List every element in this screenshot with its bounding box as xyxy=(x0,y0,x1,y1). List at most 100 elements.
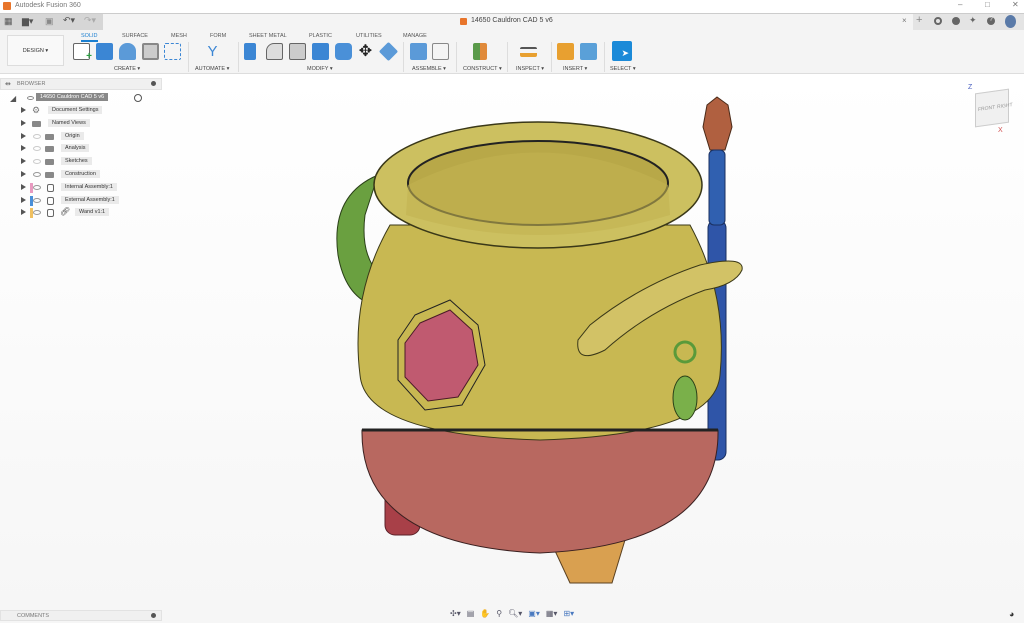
extrude-icon[interactable] xyxy=(96,43,113,60)
zoom-icon[interactable]: 🔍︎▾ xyxy=(508,609,522,621)
browser-item[interactable]: Construction xyxy=(0,169,160,181)
browser-item-label[interactable]: External Assembly:1 xyxy=(61,195,119,204)
fillet-icon[interactable] xyxy=(266,43,283,60)
expand-triangle-icon[interactable] xyxy=(21,145,26,152)
browser-item[interactable]: External Assembly:1 xyxy=(0,195,160,207)
maximize-button[interactable]: □ xyxy=(985,0,990,9)
pattern-icon[interactable] xyxy=(164,43,181,60)
comments-options-icon[interactable] xyxy=(151,613,156,618)
press-pull-icon[interactable] xyxy=(244,43,256,60)
activate-radio[interactable] xyxy=(134,94,142,102)
visibility-eye-icon[interactable] xyxy=(33,172,41,177)
browser-header[interactable]: ⇹ BROWSER xyxy=(0,78,162,90)
browser-item-label[interactable]: Construction xyxy=(61,170,100,178)
group-select[interactable]: SELECT ▾ xyxy=(610,66,636,72)
tab-plastic[interactable]: PLASTIC xyxy=(309,33,332,39)
offset-face-icon[interactable] xyxy=(335,43,352,60)
browser-item[interactable]: ⚙ Document Settings xyxy=(0,105,160,117)
close-tab-icon[interactable]: × xyxy=(902,16,907,25)
browser-item[interactable]: Sketches xyxy=(0,156,160,168)
tab-form[interactable]: FORM xyxy=(210,33,226,39)
minimize-button[interactable]: – xyxy=(958,0,962,9)
browser-item[interactable]: Internal Assembly:1 xyxy=(0,182,160,194)
pan-icon[interactable]: ✋ xyxy=(480,609,490,621)
browser-item-label[interactable]: Wand v1:1 xyxy=(75,208,110,217)
browser-item[interactable]: Named Views xyxy=(0,118,160,130)
browser-item-label[interactable]: Internal Assembly:1 xyxy=(61,182,117,191)
notifications-icon[interactable]: ✦ xyxy=(969,15,977,26)
tab-sheet-metal[interactable]: SHEET METAL xyxy=(249,33,287,39)
insert-derive-icon[interactable] xyxy=(557,43,574,60)
select-icon[interactable]: ➤ xyxy=(612,41,632,61)
user-avatar[interactable] xyxy=(1005,15,1016,28)
group-inspect[interactable]: INSPECT ▾ xyxy=(516,66,544,72)
move-icon[interactable]: ✥ xyxy=(357,43,374,60)
split-icon[interactable] xyxy=(378,41,399,62)
display-settings-icon[interactable]: ▣▾ xyxy=(528,609,540,621)
expand-triangle-icon[interactable] xyxy=(21,132,26,139)
offset-plane-icon[interactable] xyxy=(473,43,487,60)
expand-triangle-icon[interactable] xyxy=(21,107,26,113)
job-status-icon[interactable] xyxy=(934,17,942,25)
account-status-icon[interactable]: ◕ xyxy=(1009,609,1014,619)
joint-icon[interactable] xyxy=(432,43,449,60)
expanded-triangle-icon[interactable]: ◢ xyxy=(10,94,16,103)
help-icon[interactable]: ? xyxy=(987,17,995,25)
expand-triangle-icon[interactable] xyxy=(21,171,26,177)
combine-icon[interactable] xyxy=(312,43,329,60)
shell-icon[interactable] xyxy=(289,43,306,60)
browser-item[interactable]: Analysis xyxy=(0,143,160,155)
browser-item[interactable]: 🔗︎ Wand v1:1 xyxy=(0,207,160,219)
visibility-eye-icon[interactable] xyxy=(33,146,41,152)
viewports-icon[interactable]: ⊞▾ xyxy=(563,609,574,621)
expand-triangle-icon[interactable] xyxy=(21,196,26,203)
visibility-eye-icon[interactable] xyxy=(33,184,41,190)
tab-manage[interactable]: MANAGE xyxy=(403,33,427,39)
look-at-icon[interactable]: ▤ xyxy=(467,609,475,621)
visibility-eye-icon[interactable] xyxy=(33,159,41,165)
insert-image-icon[interactable] xyxy=(580,43,597,60)
tab-utilities[interactable]: UTILITIES xyxy=(356,33,382,39)
browser-item-label[interactable]: Sketches xyxy=(61,157,92,166)
view-cube-front[interactable]: FRONT xyxy=(978,105,995,113)
visibility-eye-icon[interactable] xyxy=(33,210,41,216)
undo-icon[interactable]: ↶▾ xyxy=(63,15,75,26)
close-window-button[interactable]: ✕ xyxy=(1012,0,1019,9)
visibility-eye-icon[interactable] xyxy=(33,133,41,139)
visibility-eye-icon[interactable] xyxy=(27,96,34,100)
orbit-icon[interactable]: ✣▾ xyxy=(450,609,461,621)
tab-solid[interactable]: SOLID xyxy=(81,33,98,42)
view-cube[interactable]: FRONT RIGHT xyxy=(975,88,1013,128)
new-component-icon[interactable] xyxy=(410,43,427,60)
revolve-icon[interactable] xyxy=(119,43,136,60)
grid-icon[interactable]: ▦▾ xyxy=(546,609,558,621)
group-assemble[interactable]: ASSEMBLE ▾ xyxy=(412,66,446,72)
expand-triangle-icon[interactable] xyxy=(21,119,26,126)
group-create[interactable]: CREATE ▾ xyxy=(114,66,140,72)
hole-icon[interactable] xyxy=(142,43,159,60)
tab-surface[interactable]: SURFACE xyxy=(122,33,148,39)
measure-icon[interactable] xyxy=(520,47,537,57)
browser-item-label[interactable]: Origin xyxy=(61,131,84,140)
file-menu-icon[interactable]: ▆▾ xyxy=(22,16,33,27)
tree-root[interactable]: ◢ 14650 Cauldron CAD 5 v6 xyxy=(0,92,150,104)
redo-icon[interactable]: ↷▾ xyxy=(84,15,96,26)
zoom-window-icon[interactable]: ⚲ xyxy=(496,609,502,621)
group-construct[interactable]: CONSTRUCT ▾ xyxy=(463,66,502,72)
new-tab-icon[interactable]: + xyxy=(916,14,922,26)
create-sketch-icon[interactable]: + xyxy=(73,43,92,62)
browser-item[interactable]: Origin xyxy=(0,131,160,143)
tab-mesh[interactable]: MESH xyxy=(171,33,187,39)
collapse-panel-icon[interactable]: ⇹ xyxy=(5,80,11,88)
group-modify[interactable]: MODIFY ▾ xyxy=(307,66,333,72)
document-tab[interactable]: 14650 Cauldron CAD 5 v6 × xyxy=(103,14,913,30)
root-component-label[interactable]: 14650 Cauldron CAD 5 v6 xyxy=(36,93,109,101)
browser-item-label[interactable]: Document Settings xyxy=(48,106,103,114)
group-insert[interactable]: INSERT ▾ xyxy=(563,66,587,72)
expand-triangle-icon[interactable] xyxy=(21,183,26,190)
clock-icon[interactable] xyxy=(952,17,960,25)
comments-panel[interactable]: COMMENTS xyxy=(0,610,162,621)
apps-grid-icon[interactable]: ▦ xyxy=(4,16,13,27)
expand-triangle-icon[interactable] xyxy=(21,158,26,165)
workspace-switcher[interactable]: DESIGN ▾ xyxy=(7,35,64,66)
